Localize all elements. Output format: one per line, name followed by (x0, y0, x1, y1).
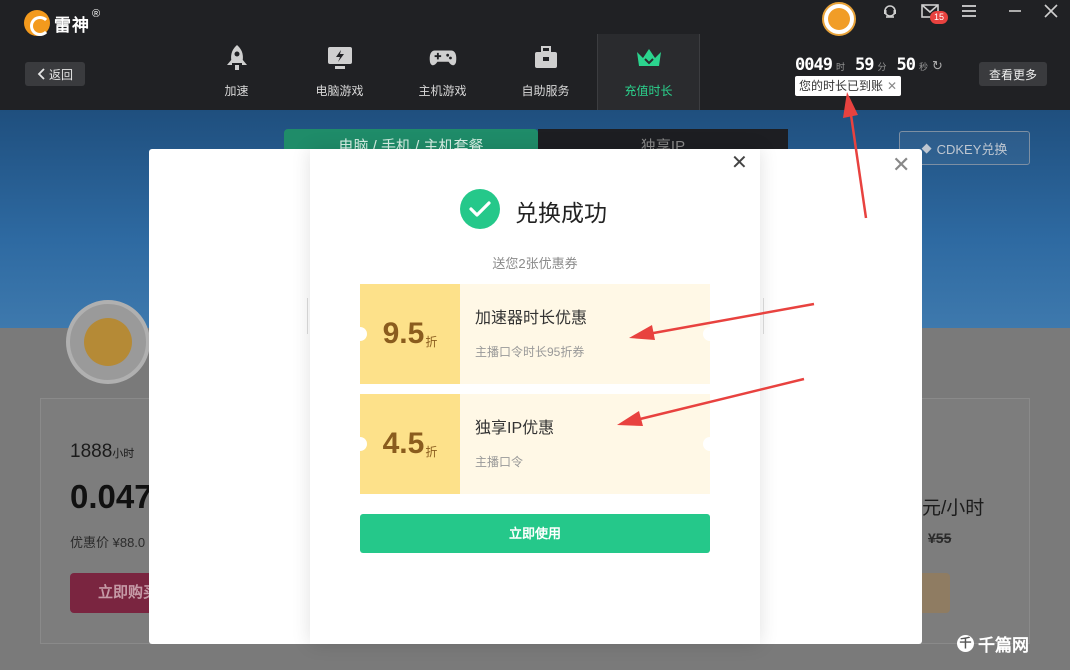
timer-minutes: 59 (854, 55, 875, 75)
timer-seconds-unit: 秒 (918, 62, 928, 72)
avatar-image (828, 8, 850, 30)
coupon-unit: 折 (425, 334, 438, 349)
back-label: 返回 (48, 67, 73, 82)
app-logo: 雷神 ® (24, 8, 101, 36)
bg-plan-unit-price: 元/小时 (922, 498, 985, 519)
close-window-icon[interactable] (1040, 4, 1062, 24)
gamepad-icon (429, 44, 457, 72)
nav-item-recharge[interactable]: 充值时长 (597, 34, 700, 110)
check-circle-icon (460, 189, 500, 229)
bg-plan-hours: 1888小时 (70, 441, 134, 463)
tooltip-text: 您的时长已到账 (799, 79, 884, 93)
use-now-button[interactable]: 立即使用 (360, 514, 710, 553)
refresh-icon[interactable]: ↻ (932, 58, 943, 74)
nav-item-console-games[interactable]: 主机游戏 (391, 34, 494, 110)
nav-item-accelerate[interactable]: 加速 (185, 34, 288, 110)
coupon-unit: 折 (425, 444, 438, 459)
watermark-icon: 千 (957, 635, 974, 652)
logo-text: 雷神 (54, 15, 90, 35)
nav-label: 自助服务 (521, 84, 570, 98)
mascot-face (84, 318, 132, 366)
monitor-icon (326, 44, 354, 72)
dialog-divider (760, 298, 764, 334)
support-icon[interactable] (879, 4, 901, 24)
mascot-icon (66, 300, 150, 384)
bg-plan-discount: 优惠价 ¥88.0 (70, 535, 146, 550)
coupon-notch (703, 437, 717, 451)
logo-icon (24, 10, 50, 36)
nav-label: 充值时长 (624, 84, 673, 98)
watermark: 千 千篇网 (957, 631, 1029, 656)
coupon-discount: 4.5 折 (353, 394, 460, 494)
coupon-info: 独享IP优惠 主播口令 (460, 394, 717, 494)
bg-plan-price: 0.047 (70, 478, 153, 515)
coupon-card[interactable]: 9.5 折 加速器时长优惠 主播口令时长95折券 (353, 284, 717, 384)
diamond-icon: ◆ (921, 140, 932, 155)
coupon-card[interactable]: 4.5 折 独享IP优惠 主播口令 (353, 394, 717, 494)
coupon-value: 4.5 (382, 427, 425, 460)
coupon-discount: 9.5 折 (353, 284, 460, 384)
cdkey-dialog-close-icon[interactable]: ✕ (892, 152, 910, 178)
top-bar: 雷神 ® 15 返回 加速 电脑游戏 主机游戏 自助服务 充值时长 0049 时… (0, 0, 1070, 110)
timer-seconds: 50 (896, 55, 916, 75)
coupon-desc: 主播口令 (475, 455, 524, 469)
coupon-value: 9.5 (382, 317, 425, 350)
nav-item-self-service[interactable]: 自助服务 (494, 34, 597, 110)
rocket-icon (223, 44, 251, 72)
modal-title: 兑换成功 (515, 200, 607, 226)
nav-item-pc-games[interactable]: 电脑游戏 (288, 34, 391, 110)
modal-subtitle: 送您2张优惠券 (492, 256, 578, 271)
nav-label: 加速 (224, 84, 249, 98)
view-more-button[interactable]: 查看更多 (979, 62, 1047, 86)
mail-count-badge: 15 (930, 11, 949, 24)
minimize-icon[interactable] (1004, 4, 1026, 24)
menu-icon[interactable] (958, 4, 980, 24)
nav-label: 电脑游戏 (315, 84, 364, 98)
back-button[interactable]: 返回 (25, 62, 85, 86)
registered-mark: ® (92, 8, 101, 20)
coupon-notch (703, 327, 717, 341)
nav-label: 主机游戏 (418, 84, 467, 98)
coupon-name: 加速器时长优惠 (475, 310, 588, 327)
toolbox-icon (532, 44, 560, 72)
coupon-info: 加速器时长优惠 主播口令时长95折券 (460, 284, 717, 384)
remaining-time: 0049 时 59 分 50 秒 ↻ (795, 55, 943, 75)
coupon-name: 独享IP优惠 (475, 420, 555, 437)
bg-buy-button: 立即购买 (70, 573, 160, 613)
time-credited-tooltip: 您的时长已到账 ✕ (795, 76, 902, 96)
timer-minutes-unit: 分 (877, 62, 887, 72)
coupon-desc: 主播口令时长95折券 (475, 345, 585, 359)
bg-plan-original-price: ¥55 (928, 530, 952, 546)
bg-hours-unit: 小时 (112, 448, 135, 460)
crown-icon (635, 44, 663, 72)
chevron-left-icon (37, 68, 45, 80)
bg-hours-value: 1888 (70, 441, 113, 462)
watermark-text: 千篇网 (978, 636, 1029, 655)
main-nav: 加速 电脑游戏 主机游戏 自助服务 充值时长 (185, 34, 700, 110)
tooltip-close-icon[interactable]: ✕ (887, 79, 897, 93)
timer-hours: 0049 (795, 55, 833, 75)
timer-hours-unit: 时 (835, 62, 845, 72)
modal-close-icon[interactable]: ✕ (731, 153, 748, 173)
coupon-notch (353, 437, 367, 451)
user-avatar[interactable] (822, 2, 856, 36)
coupon-notch (353, 327, 367, 341)
cdkey-label: CDKEY兑换 (936, 141, 1008, 157)
